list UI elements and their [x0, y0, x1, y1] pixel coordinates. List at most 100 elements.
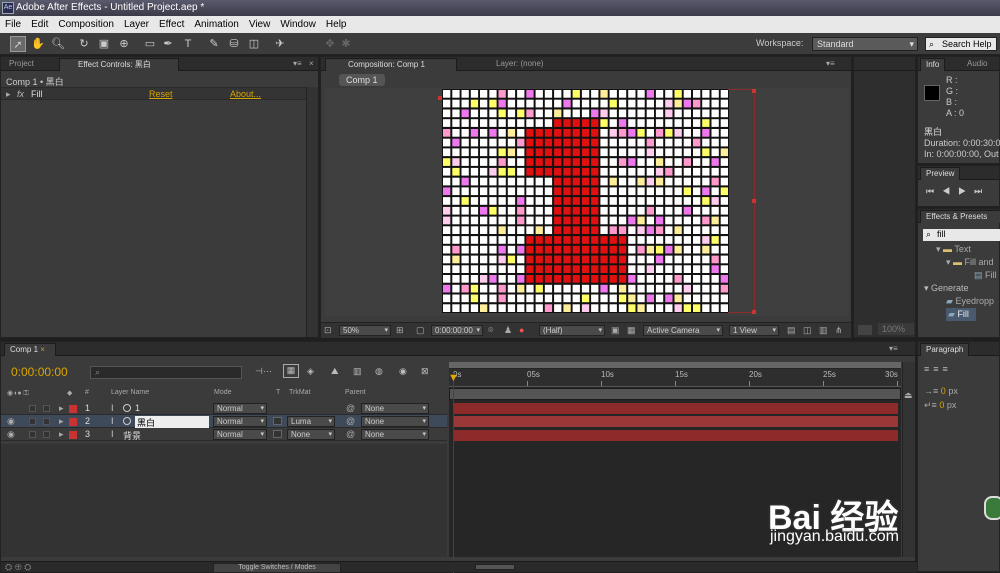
menu-composition[interactable]: Composition [53, 16, 119, 33]
next-frame-icon[interactable]: ⏭ [974, 186, 990, 196]
selection-tool-icon[interactable]: ➚ [10, 36, 26, 52]
solo-toggle[interactable] [29, 405, 36, 412]
layer-handle[interactable] [438, 96, 442, 100]
align-center-icon[interactable]: ≡ [933, 364, 942, 374]
tree-item-eyedropper[interactable]: ▰ Eyedropp [918, 295, 1000, 308]
composition-canvas[interactable] [442, 89, 729, 313]
menu-file[interactable]: File [0, 16, 26, 33]
strip-button[interactable] [858, 325, 872, 335]
parent-dropdown[interactable]: None [361, 403, 429, 414]
composition-mini-flowchart-icon[interactable]: ⊣⋯ [255, 366, 272, 377]
layer-handle[interactable] [752, 89, 756, 93]
workspace-dropdown[interactable]: Standard ▾ [812, 37, 918, 51]
tab-layer[interactable]: Layer: (none) [491, 58, 549, 71]
search-help-input[interactable]: ⌕ Search Help [925, 37, 997, 51]
resolution-dropdown[interactable]: (Half) [539, 325, 605, 336]
indent-first-value[interactable]: 0 [939, 400, 944, 410]
trkmat-dropdown[interactable]: None [287, 429, 335, 440]
align-left-icon[interactable]: ≡ [924, 364, 933, 374]
menu-effect[interactable]: Effect [154, 16, 189, 33]
draft-3d-icon[interactable]: ◈ [307, 366, 314, 377]
rotate-tool-icon[interactable]: ↻ [76, 36, 92, 52]
motion-blur-icon[interactable]: ◍ [375, 366, 383, 377]
parent-dropdown[interactable]: None [361, 416, 429, 427]
lock-toggle[interactable] [43, 405, 50, 412]
safe-zones-icon[interactable]: ⊞ [396, 325, 404, 336]
pickwhip-icon[interactable]: @ [346, 403, 355, 413]
menu-view[interactable]: View [244, 16, 276, 33]
comp-marker-bin[interactable] [449, 388, 901, 400]
text-tool-icon[interactable]: T [180, 36, 196, 52]
tree-item-fill-and[interactable]: ▾ ▬ Fill and [918, 256, 1000, 269]
eraser-tool-icon[interactable]: ◫ [246, 36, 262, 52]
layer-empty-area[interactable] [1, 444, 447, 557]
layer-row[interactable]: ◉▸2I黑白NormalLuma@None [1, 415, 447, 429]
mask-visibility-icon[interactable]: ▢ [416, 325, 425, 336]
layer-name[interactable]: 背景 [123, 429, 141, 442]
rectangle-tool-icon[interactable]: ▭ [142, 36, 158, 52]
view-layout-dropdown[interactable]: 1 View [729, 325, 779, 336]
indent-left-row[interactable]: →≡ 0 px [924, 386, 958, 396]
visibility-eye-icon[interactable]: ◉ [7, 429, 15, 440]
axis-mode-icon[interactable]: ✥ [322, 36, 338, 52]
about-link[interactable]: About... [230, 89, 261, 99]
tree-item-text[interactable]: ▾ ▬ Text [918, 243, 1000, 256]
tab-effects-presets[interactable]: Effects & Presets [920, 210, 1000, 223]
tab-project[interactable]: Project [4, 58, 39, 71]
preserve-transparency-checkbox[interactable] [273, 417, 282, 425]
label-color-swatch[interactable] [69, 431, 77, 439]
panel-menu-icon[interactable]: ▾≡ [826, 59, 835, 68]
menu-window[interactable]: Window [275, 16, 321, 33]
tab-info[interactable]: Info [920, 58, 946, 71]
comp-breadcrumb-tab[interactable]: Comp 1 [339, 74, 385, 86]
timecode-field[interactable]: 0:00:00:00 [431, 325, 483, 336]
puppet-pin-tool-icon[interactable]: ✈ [272, 36, 288, 52]
header-layer-name[interactable]: Layer Name [111, 389, 149, 396]
layer-name[interactable]: 1 [135, 403, 140, 413]
pan-behind-tool-icon[interactable]: ⊕ [116, 36, 132, 52]
lock-toggle[interactable] [43, 418, 50, 425]
preserve-transparency-checkbox[interactable] [273, 430, 282, 438]
fx-icon[interactable]: fx [17, 89, 24, 99]
tab-composition[interactable]: Composition: Comp 1 [325, 58, 457, 71]
zoom-tool-icon[interactable]: 🔍︎ [50, 36, 66, 52]
tab-comp-1[interactable]: Comp 1 × [4, 343, 56, 356]
menu-animation[interactable]: Animation [189, 16, 243, 33]
menu-edit[interactable]: Edit [26, 16, 53, 33]
channel-icon[interactable]: ● [519, 325, 524, 335]
close-icon[interactable]: × [40, 345, 45, 354]
menu-layer[interactable]: Layer [119, 16, 154, 33]
pickwhip-icon[interactable]: @ [346, 416, 355, 426]
panel-menu-icon[interactable]: ▾≡ [293, 59, 302, 68]
current-timecode[interactable]: 0:00:00:00 [11, 365, 68, 379]
current-time-indicator-icon[interactable]: ▼ [448, 372, 459, 384]
pen-tool-icon[interactable]: ✒ [160, 36, 176, 52]
reset-link[interactable]: Reset [149, 89, 173, 99]
tab-effect-controls[interactable]: Effect Controls: 黑白 [59, 58, 179, 71]
indent-left-value[interactable]: 0 [941, 386, 946, 396]
mode-dropdown[interactable]: Normal [213, 429, 267, 440]
previous-frame-icon[interactable]: ◀ [942, 186, 958, 196]
tree-item-fill-preset[interactable]: ▤ Fill [918, 269, 1000, 282]
mode-dropdown[interactable]: Normal [213, 403, 267, 414]
show-snapshot-icon[interactable]: ♟ [504, 325, 512, 336]
expand-triangle-icon[interactable]: ▸ [59, 403, 64, 414]
flowchart-icon[interactable]: ⋔ [835, 325, 843, 336]
visibility-eye-icon[interactable]: ◉ [7, 416, 15, 427]
hand-tool-icon[interactable]: ✋ [30, 36, 46, 52]
align-right-icon[interactable]: ≡ [943, 364, 952, 374]
solo-toggle[interactable] [29, 418, 36, 425]
layer-row[interactable]: ◉ ▸ 3 I 背景 Normal None @ None [1, 428, 447, 441]
zoom-slider[interactable] [475, 564, 515, 570]
shy-layers-icon[interactable]: ⛰ [331, 366, 339, 377]
camera-dropdown[interactable]: Active Camera [643, 325, 723, 336]
expand-layer-switches-icon[interactable]: ⛭ ⊕ ⛭ [5, 562, 31, 573]
trkmat-dropdown[interactable]: Luma [287, 416, 335, 427]
effects-search-input[interactable]: ⌕ fill [923, 229, 1000, 241]
indent-first-row[interactable]: ↵≡ 0 px [924, 400, 956, 411]
expand-triangle-icon[interactable]: ▸ [6, 89, 11, 100]
solo-toggle[interactable] [29, 431, 36, 438]
camera-tool-icon[interactable]: ▣ [96, 36, 112, 52]
work-area-bar[interactable] [449, 362, 901, 368]
layer-row[interactable]: ▸ 1 I 1 Normal @ None [1, 402, 447, 415]
